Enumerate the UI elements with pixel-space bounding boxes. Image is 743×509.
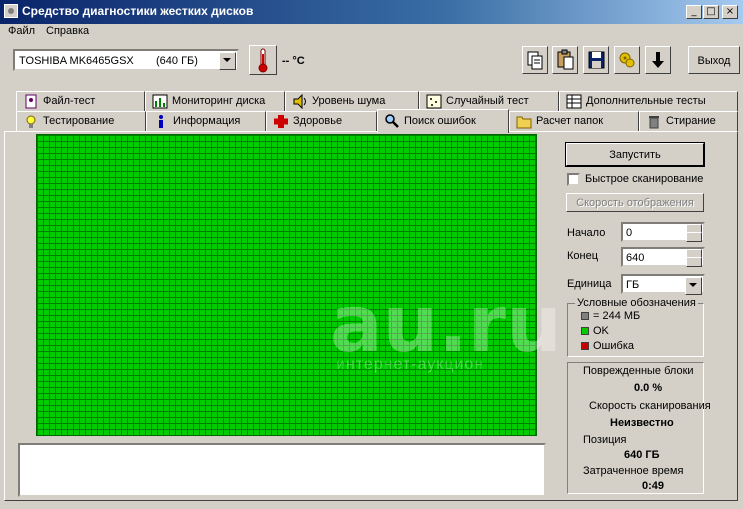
start-field[interactable]: 0: [621, 222, 705, 242]
legend-swatch-block: [581, 312, 589, 320]
unit-field-label: Единица: [567, 278, 612, 290]
tab-erase[interactable]: Стирание: [639, 111, 738, 131]
magnifier-icon: [385, 114, 399, 128]
drive-name: TOSHIBA MK6465GSX: [19, 55, 134, 67]
maximize-button[interactable]: □: [703, 5, 719, 19]
drive-size: (640 ГБ): [156, 55, 198, 67]
tools-icon: [619, 52, 635, 68]
speed-label: Скорость сканирования: [589, 400, 711, 412]
legend-label-error: Ошибка: [593, 340, 634, 352]
quick-scan-checkbox[interactable]: [567, 173, 580, 186]
download-button[interactable]: [645, 46, 671, 74]
floppy-icon: [588, 51, 605, 69]
tab-label: Файл-тест: [43, 95, 96, 107]
window-title: Средство диагностики жестких дисков: [22, 4, 254, 18]
damaged-value: 0.0 %: [634, 382, 663, 394]
copy-icon: [527, 51, 543, 70]
tab-label: Стирание: [666, 115, 716, 127]
tab-error-scan[interactable]: Поиск ошибок: [377, 109, 509, 133]
thermometer-icon: [258, 48, 268, 73]
tab-label: Случайный тест: [446, 95, 529, 107]
display-speed-label: Скорость отображения: [576, 197, 694, 209]
position-value: 640 ГБ: [624, 449, 660, 461]
watermark-sub: интернет-аукцион: [336, 356, 485, 373]
tab-health[interactable]: Здоровье: [266, 111, 377, 131]
tab-label: Тестирование: [43, 115, 115, 127]
tab-testing[interactable]: Тестирование: [16, 111, 146, 131]
exit-button[interactable]: Выход: [688, 46, 740, 74]
tab-label: Расчет папок: [536, 115, 604, 127]
lightbulb-icon: [26, 115, 36, 128]
end-field[interactable]: 640: [621, 247, 705, 267]
exit-label: Выход: [697, 55, 731, 67]
elapsed-label: Затраченное время: [583, 465, 684, 477]
unit-value: ГБ: [626, 279, 640, 291]
tab-information[interactable]: Информация: [146, 111, 266, 131]
info-icon: [159, 115, 163, 128]
tab-additional-tests[interactable]: Дополнительные тесты: [559, 91, 738, 111]
close-button[interactable]: ×: [722, 5, 738, 19]
tab-disk-monitoring[interactable]: Мониторинг диска: [145, 91, 285, 111]
trash-icon: [649, 116, 659, 129]
paste-icon: [557, 49, 574, 70]
title-bar: Средство диагностики жестких дисков _ □ …: [0, 0, 743, 24]
tab-random-test[interactable]: Случайный тест: [419, 91, 559, 111]
damaged-label: Поврежденные блоки: [583, 365, 694, 377]
tab-label: Информация: [173, 115, 241, 127]
end-field-label: Конец: [567, 250, 599, 262]
tab-label: Мониторинг диска: [172, 95, 266, 107]
quick-scan-label: Быстрое сканирование: [585, 173, 704, 185]
tab-label: Уровень шума: [312, 95, 386, 107]
drive-select[interactable]: TOSHIBA MK6465GSX (640 ГБ): [13, 49, 239, 71]
start-button[interactable]: Запустить: [565, 142, 705, 167]
temperature-readout: -- °C: [282, 55, 305, 67]
chevron-down-icon[interactable]: [219, 52, 236, 70]
position-label: Позиция: [583, 434, 627, 446]
save-button[interactable]: [583, 46, 609, 74]
random-icon: [426, 94, 442, 109]
tab-label: Дополнительные тесты: [586, 95, 706, 107]
menu-file[interactable]: Файл: [8, 25, 35, 37]
start-label: Запустить: [609, 149, 661, 161]
tab-label: Поиск ошибок: [404, 115, 476, 127]
menu-bar: Файл Справка: [0, 24, 743, 42]
tab-folder-calc[interactable]: Расчет папок: [509, 111, 639, 131]
legend-title: Условные обозначения: [575, 297, 698, 309]
table-icon: [566, 94, 582, 109]
start-value: 0: [626, 227, 633, 239]
minimize-button[interactable]: _: [686, 5, 702, 19]
tab-noise-level[interactable]: Уровень шума: [285, 91, 419, 111]
legend-swatch-ok: [581, 327, 589, 335]
spin-down-icon[interactable]: [686, 257, 702, 267]
legend-swatch-error: [581, 342, 589, 350]
copy-button[interactable]: [522, 46, 548, 74]
elapsed-value: 0:49: [642, 480, 665, 492]
app-icon: [4, 4, 18, 18]
display-speed-button[interactable]: Скорость отображения: [566, 193, 704, 212]
speed-value: Неизвестно: [610, 417, 674, 429]
folder-icon: [516, 116, 532, 129]
spin-down-icon[interactable]: [686, 232, 702, 242]
menu-help[interactable]: Справка: [46, 25, 89, 37]
legend-label-block: = 244 МБ: [593, 310, 641, 322]
red-cross-icon: [274, 115, 288, 128]
chevron-down-icon[interactable]: [685, 277, 702, 295]
end-value: 640: [626, 252, 645, 264]
paste-button[interactable]: [552, 46, 578, 74]
tab-file-test[interactable]: Файл-тест: [16, 91, 145, 111]
tab-label: Здоровье: [293, 115, 343, 127]
start-field-label: Начало: [567, 227, 606, 239]
unit-select[interactable]: ГБ: [621, 274, 705, 295]
chart-icon: [152, 94, 168, 109]
options-button[interactable]: [614, 46, 640, 74]
file-test-icon: [25, 94, 37, 109]
speaker-icon: [293, 94, 306, 109]
legend-label-ok: OK: [593, 325, 609, 337]
arrow-down-icon: [652, 52, 664, 68]
thermometer-button[interactable]: [249, 45, 277, 75]
log-area[interactable]: [18, 443, 546, 497]
